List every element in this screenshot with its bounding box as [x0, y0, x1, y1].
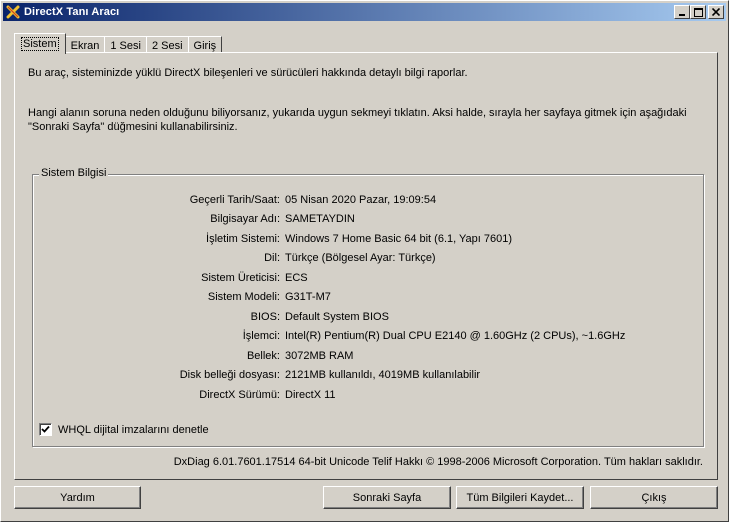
tab-label: Giriş — [193, 39, 217, 52]
copyright-text: DxDiag 6.01.7601.17514 64-bit Unicode Te… — [173, 456, 703, 468]
info-value: SAMETAYDIN — [285, 213, 355, 225]
info-value: ECS — [285, 272, 308, 284]
whql-label[interactable]: WHQL dijital imzalarını denetle — [58, 424, 209, 436]
help-button[interactable]: Yardım — [14, 486, 141, 509]
info-value: Türkçe (Bölgesel Ayar: Türkçe) — [285, 252, 436, 264]
close-icon — [712, 8, 720, 16]
sistem-tab-panel: Bu araç, sisteminizde yüklü DirectX bile… — [14, 52, 718, 480]
next-page-button[interactable]: Sonraki Sayfa — [323, 486, 451, 509]
info-value: G31T-M7 — [285, 291, 331, 303]
tab-label: 2 Sesi — [151, 39, 183, 52]
info-value: Default System BIOS — [285, 311, 389, 323]
info-value: Intel(R) Pentium(R) Dual CPU E2140 @ 1.6… — [285, 330, 626, 342]
info-label: Dil: — [264, 252, 280, 264]
instructions-text: Hangi alanın soruna neden olduğunu biliy… — [28, 107, 687, 133]
info-value: 3072MB RAM — [285, 350, 354, 362]
tab-label: Sistem — [21, 37, 59, 51]
whql-checkbox[interactable] — [39, 423, 52, 436]
info-label: Bilgisayar Adı: — [210, 213, 280, 225]
group-title: Sistem Bilgisi — [39, 167, 109, 179]
info-value: 2121MB kullanıldı, 4019MB kullanılabilir — [285, 369, 481, 381]
tab-label: Ekran — [70, 39, 100, 52]
checkmark-icon — [41, 425, 50, 433]
minimize-button[interactable] — [674, 5, 690, 19]
info-label: Bellek: — [246, 350, 280, 362]
info-label: İşletim Sistemi: — [206, 233, 280, 245]
minimize-icon — [679, 14, 685, 16]
info-label: Sistem Üreticisi: — [201, 272, 280, 284]
info-row-model: Sistem Modeli: G31T-M7 — [33, 291, 331, 305]
info-value: Windows 7 Home Basic 64 bit (6.1, Yapı 7… — [285, 233, 513, 245]
directx-app-icon — [6, 5, 20, 19]
info-value: 05 Nisan 2020 Pazar, 19:09:54 — [285, 194, 437, 206]
close-button[interactable] — [708, 5, 724, 19]
intro-text: Bu araç, sisteminizde yüklü DirectX bile… — [28, 67, 468, 79]
info-row-bios: BIOS: Default System BIOS — [33, 311, 389, 325]
info-row-date: Geçerli Tarih/Saat: 05 Nisan 2020 Pazar,… — [33, 194, 436, 208]
info-row-computer-name: Bilgisayar Adı: SAMETAYDIN — [33, 213, 355, 227]
info-row-memory: Bellek: 3072MB RAM — [33, 350, 354, 364]
info-label: DirectX Sürümü: — [199, 389, 280, 401]
info-label: BIOS: — [250, 311, 280, 323]
info-value: DirectX 11 — [285, 389, 336, 401]
system-info-group: Sistem Bilgisi Geçerli Tarih/Saat: 05 Ni… — [32, 167, 704, 447]
window-title: DirectX Tanı Aracı — [24, 6, 120, 18]
dxdiag-window: DirectX Tanı Aracı Sistem Ekran 1 Sesi 2… — [0, 0, 729, 522]
info-label: Sistem Modeli: — [207, 291, 280, 303]
info-row-os: İşletim Sistemi: Windows 7 Home Basic 64… — [33, 233, 512, 247]
maximize-icon — [693, 7, 703, 17]
whql-check-option[interactable]: WHQL dijital imzalarını denetle — [39, 423, 209, 436]
info-label: İşlemci: — [242, 330, 280, 342]
save-all-info-button[interactable]: Tüm Bilgileri Kaydet... — [456, 486, 584, 509]
info-row-page-file: Disk belleği dosyası: 2121MB kullanıldı,… — [33, 369, 480, 383]
info-row-language: Dil: Türkçe (Bölgesel Ayar: Türkçe) — [33, 252, 436, 266]
tab-label: 1 Sesi — [110, 39, 141, 52]
tab-sistem[interactable]: Sistem — [14, 33, 66, 54]
info-row-directx-version: DirectX Sürümü: DirectX 11 — [33, 389, 336, 403]
maximize-button[interactable] — [690, 5, 706, 19]
tab-strip: Sistem Ekran 1 Sesi 2 Sesi Giriş — [14, 32, 223, 54]
info-row-manufacturer: Sistem Üreticisi: ECS — [33, 272, 308, 286]
info-label: Disk belleği dosyası: — [179, 369, 280, 381]
info-label: Geçerli Tarih/Saat: — [189, 194, 280, 206]
exit-button[interactable]: Çıkış — [590, 486, 718, 509]
info-row-processor: İşlemci: Intel(R) Pentium(R) Dual CPU E2… — [33, 330, 626, 344]
title-bar[interactable]: DirectX Tanı Aracı — [3, 3, 726, 21]
